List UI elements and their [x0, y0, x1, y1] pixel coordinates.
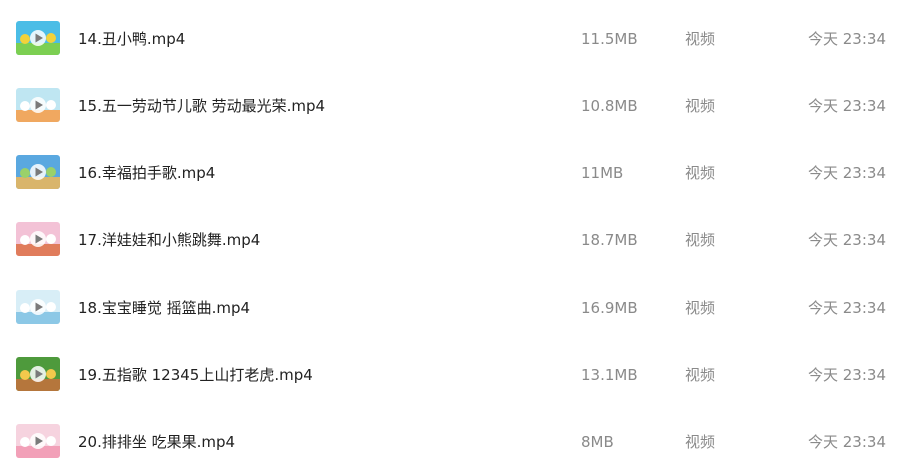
file-row[interactable]: 16.幸福拍手歌.mp4 11MB 视频 今天 23:34 [0, 139, 900, 206]
thumbnail-character [46, 100, 56, 110]
file-modified-time: 今天 23:34 [808, 366, 886, 384]
thumbnail-character [20, 101, 30, 111]
file-modified-time: 今天 23:34 [808, 97, 886, 115]
thumbnail-character [20, 34, 30, 44]
thumbnail-image [16, 222, 60, 256]
thumbnail-character [46, 436, 56, 446]
thumbnail-character [20, 168, 30, 178]
thumbnail-character [46, 302, 56, 312]
file-row[interactable]: 14.丑小鸭.mp4 11.5MB 视频 今天 23:34 [0, 5, 900, 72]
file-row[interactable]: 15.五一劳动节儿歌 劳动最光荣.mp4 10.8MB 视频 今天 23:34 [0, 72, 900, 139]
file-name[interactable]: 19.五指歌 12345上山打老虎.mp4 [78, 365, 313, 385]
video-thumbnail [16, 21, 60, 55]
thumbnail-image [16, 357, 60, 391]
file-size: 8MB [581, 433, 614, 451]
thumbnail-image [16, 290, 60, 324]
file-name[interactable]: 15.五一劳动节儿歌 劳动最光荣.mp4 [78, 96, 325, 116]
file-type: 视频 [685, 433, 716, 451]
thumbnail-character [46, 369, 56, 379]
file-type: 视频 [685, 299, 716, 317]
file-type: 视频 [685, 366, 716, 384]
thumbnail-character [46, 234, 56, 244]
file-modified-time: 今天 23:34 [808, 299, 886, 317]
file-row[interactable]: 19.五指歌 12345上山打老虎.mp4 13.1MB 视频 今天 23:34 [0, 341, 900, 408]
video-thumbnail [16, 88, 60, 122]
file-size: 16.9MB [581, 299, 638, 317]
file-name[interactable]: 18.宝宝睡觉 摇篮曲.mp4 [78, 298, 250, 318]
file-size: 10.8MB [581, 97, 638, 115]
thumbnail-image [16, 21, 60, 55]
file-modified-time: 今天 23:34 [808, 231, 886, 249]
video-thumbnail [16, 290, 60, 324]
file-name[interactable]: 16.幸福拍手歌.mp4 [78, 163, 215, 183]
video-thumbnail [16, 155, 60, 189]
file-type: 视频 [685, 164, 716, 182]
video-thumbnail [16, 357, 60, 391]
thumbnail-image [16, 155, 60, 189]
video-thumbnail [16, 424, 60, 458]
thumbnail-image [16, 424, 60, 458]
file-row[interactable]: 17.洋娃娃和小熊跳舞.mp4 18.7MB 视频 今天 23:34 [0, 206, 900, 273]
file-name[interactable]: 17.洋娃娃和小熊跳舞.mp4 [78, 230, 260, 250]
thumbnail-character [20, 370, 30, 380]
thumbnail-character [20, 303, 30, 313]
file-modified-time: 今天 23:34 [808, 164, 886, 182]
file-name[interactable]: 14.丑小鸭.mp4 [78, 29, 185, 49]
file-modified-time: 今天 23:34 [808, 30, 886, 48]
file-row[interactable]: 20.排排坐 吃果果.mp4 8MB 视频 今天 23:34 [0, 408, 900, 460]
file-list: 14.丑小鸭.mp4 11.5MB 视频 今天 23:34 15.五一劳动节儿歌… [0, 0, 900, 460]
file-type: 视频 [685, 231, 716, 249]
thumbnail-character [46, 167, 56, 177]
file-size: 13.1MB [581, 366, 638, 384]
thumbnail-character [20, 437, 30, 447]
thumbnail-image [16, 88, 60, 122]
file-size: 18.7MB [581, 231, 638, 249]
video-thumbnail [16, 222, 60, 256]
file-type: 视频 [685, 30, 716, 48]
file-type: 视频 [685, 97, 716, 115]
file-modified-time: 今天 23:34 [808, 433, 886, 451]
file-row[interactable]: 18.宝宝睡觉 摇篮曲.mp4 16.9MB 视频 今天 23:34 [0, 274, 900, 341]
thumbnail-character [20, 235, 30, 245]
file-size: 11.5MB [581, 30, 638, 48]
file-name[interactable]: 20.排排坐 吃果果.mp4 [78, 432, 235, 452]
thumbnail-character [46, 33, 56, 43]
file-size: 11MB [581, 164, 624, 182]
